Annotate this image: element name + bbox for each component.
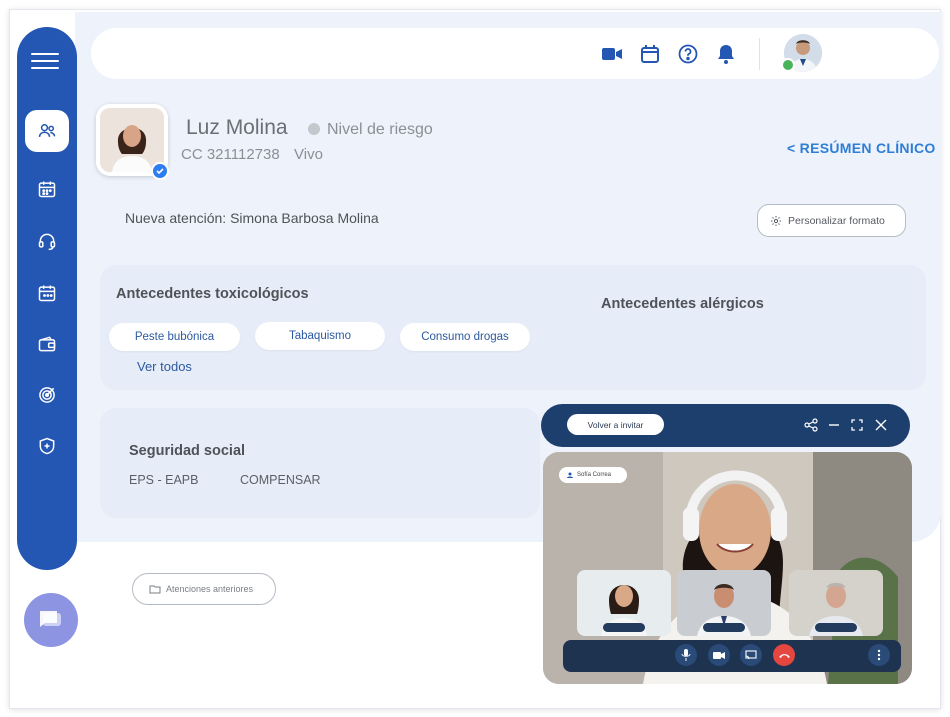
folder-icon [149, 585, 161, 594]
participant-name: Sofía Correa [577, 472, 612, 478]
participant-thumbnail-tag [815, 623, 857, 632]
online-status-indicator [781, 58, 795, 72]
gear-icon [771, 215, 781, 226]
videocall-toolbar: Volver a invitar [541, 404, 910, 447]
chat-button[interactable] [24, 593, 78, 647]
screen-share-icon[interactable] [740, 644, 762, 666]
participant-thumbnail[interactable] [789, 570, 883, 636]
chip-toxicological[interactable]: Tabaquismo [255, 322, 385, 350]
eps-label: EPS - EAPB [129, 473, 199, 487]
sidebar-item-calendar[interactable] [26, 171, 68, 207]
sidebar-item-goals[interactable] [26, 377, 68, 413]
menu-icon[interactable] [31, 53, 59, 73]
wallet-icon [38, 336, 56, 352]
reinvite-button[interactable]: Volver a invitar [567, 414, 664, 435]
video-icon[interactable] [601, 43, 623, 65]
minimize-icon[interactable] [826, 417, 842, 433]
chat-icon [39, 611, 61, 627]
calendar-icon [38, 181, 56, 198]
social-security-card [100, 408, 540, 518]
divider [759, 38, 760, 70]
previous-attentions-button[interactable]: Atenciones anteriores [132, 573, 276, 605]
participant-thumbnail-tag [703, 623, 745, 632]
sidebar-item-agenda[interactable] [26, 275, 68, 311]
eps-value: COMPENSAR [240, 473, 321, 487]
target-icon [39, 387, 55, 403]
see-all-link[interactable]: Ver todos [137, 359, 192, 374]
customize-format-button[interactable]: Personalizar formato [757, 204, 906, 237]
attention-title: Nueva atención: Simona Barbosa Molina [125, 210, 379, 226]
sidebar-item-billing[interactable] [26, 326, 68, 362]
participant-thumbnail-tag [603, 623, 645, 632]
bell-icon[interactable] [715, 43, 737, 65]
chip-toxicological[interactable]: Peste bubónica [109, 323, 240, 351]
sidebar-item-patients[interactable] [25, 110, 69, 152]
hang-up-icon[interactable] [773, 644, 795, 666]
clinical-summary-link[interactable]: < RESÚMEN CLÍNICO [787, 140, 936, 156]
risk-level-indicator [308, 123, 320, 135]
previous-attentions-label: Atenciones anteriores [166, 584, 254, 594]
agenda-icon [38, 285, 56, 302]
help-icon[interactable] [677, 43, 699, 65]
call-controls [563, 640, 901, 672]
top-bar [91, 28, 939, 79]
participant-thumbnail[interactable] [677, 570, 771, 636]
allergic-title: Antecedentes alérgicos [601, 296, 764, 312]
sidebar-item-support[interactable] [26, 223, 68, 259]
headset-icon [38, 233, 56, 251]
risk-level-label: Nivel de riesgo [327, 121, 433, 138]
patients-icon [38, 124, 56, 137]
more-options-icon[interactable] [868, 644, 890, 666]
chip-toxicological[interactable]: Consumo drogas [400, 323, 530, 351]
participant-thumbnail[interactable] [577, 570, 671, 636]
close-icon[interactable] [873, 417, 889, 433]
participant-name-tag: Sofía Correa [559, 467, 627, 483]
share-icon[interactable] [803, 417, 819, 433]
verified-check-icon [151, 162, 169, 180]
shield-icon [39, 437, 55, 455]
toxicological-title: Antecedentes toxicológicos [116, 286, 309, 302]
customize-format-label: Personalizar formato [788, 214, 885, 227]
patient-status: Vivo [294, 146, 323, 163]
fullscreen-icon[interactable] [849, 417, 865, 433]
social-security-title: Seguridad social [129, 443, 246, 459]
user-icon [567, 472, 573, 478]
sidebar-item-security[interactable] [26, 428, 68, 464]
microphone-icon[interactable] [675, 644, 697, 666]
camera-icon[interactable] [708, 644, 730, 666]
videocall-stream: Sofía Correa [543, 452, 912, 684]
calendar-icon[interactable] [639, 43, 661, 65]
patient-id: CC 321112738 [181, 146, 280, 163]
patient-name: Luz Molina [186, 116, 288, 139]
sidebar [17, 27, 77, 570]
